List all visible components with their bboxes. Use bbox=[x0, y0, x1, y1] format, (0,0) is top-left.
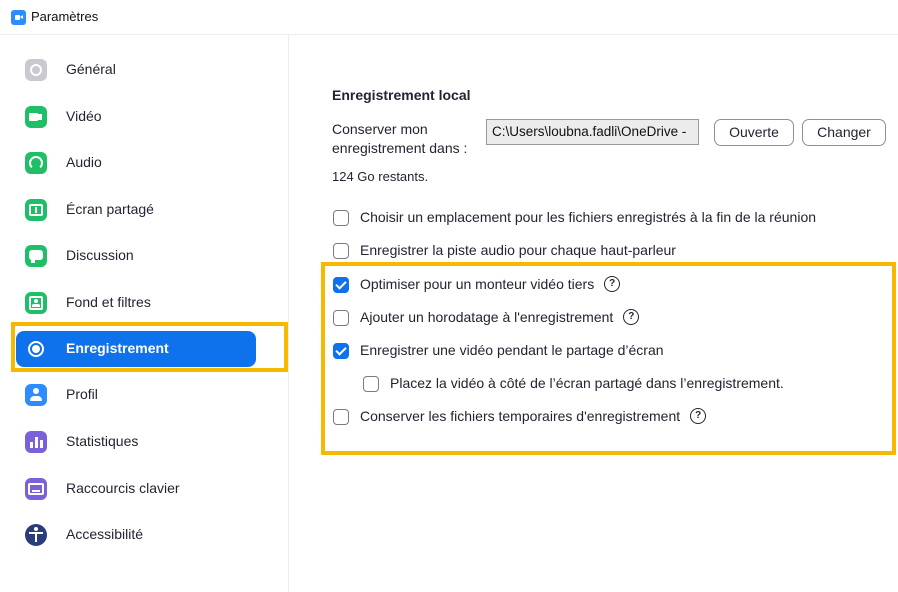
gear-icon bbox=[25, 59, 47, 81]
save-path-field[interactable]: C:\Users\loubna.fadli\OneDrive - bbox=[486, 119, 699, 145]
keyboard-icon bbox=[25, 478, 47, 500]
sidebar-item-label: Audio bbox=[66, 154, 102, 170]
background-person-icon bbox=[25, 292, 47, 314]
zoom-app-icon bbox=[11, 10, 26, 25]
sidebar-item-label: Accessibilité bbox=[66, 526, 144, 542]
sidebar-item-label: Général bbox=[66, 61, 116, 77]
headphones-icon bbox=[25, 152, 47, 174]
sidebar-item-share-screen[interactable]: Écran partagé bbox=[16, 192, 256, 228]
sidebar-item-profile[interactable]: Profil bbox=[16, 377, 256, 413]
open-folder-button[interactable]: Ouverte bbox=[714, 119, 794, 146]
checkbox[interactable] bbox=[333, 243, 349, 259]
statistics-icon bbox=[25, 431, 47, 453]
highlight-frame-options bbox=[321, 262, 896, 455]
accessibility-icon bbox=[25, 524, 47, 546]
sidebar-item-label: Fond et filtres bbox=[66, 294, 151, 310]
sidebar-item-label: Écran partagé bbox=[66, 201, 154, 217]
change-folder-button[interactable]: Changer bbox=[802, 119, 886, 146]
sidebar-item-label: Profil bbox=[66, 386, 98, 402]
sidebar-item-label: Raccourcis clavier bbox=[66, 480, 180, 496]
highlight-frame-nav bbox=[11, 322, 288, 372]
title-bar: Paramètres bbox=[0, 0, 898, 32]
video-camera-icon bbox=[25, 106, 47, 128]
checkbox[interactable] bbox=[333, 210, 349, 226]
settings-sidebar: Général Vidéo Audio Écran partagé Discus… bbox=[0, 35, 288, 592]
sidebar-item-label: Vidéo bbox=[66, 108, 102, 124]
option-label: Choisir un emplacement pour les fichiers… bbox=[360, 209, 817, 225]
sidebar-item-chat[interactable]: Discussion bbox=[16, 238, 256, 274]
sidebar-item-statistics[interactable]: Statistiques bbox=[16, 424, 256, 460]
sidebar-item-audio[interactable]: Audio bbox=[16, 145, 256, 181]
profile-icon bbox=[25, 384, 47, 406]
section-title: Enregistrement local bbox=[332, 87, 471, 103]
space-remaining: 124 Go restants. bbox=[332, 169, 429, 184]
option-label: Enregistrer la piste audio pour chaque h… bbox=[360, 242, 676, 258]
sidebar-item-accessibility[interactable]: Accessibilité bbox=[16, 517, 256, 553]
chat-bubble-icon bbox=[25, 245, 47, 267]
sidebar-item-video[interactable]: Vidéo bbox=[16, 99, 256, 135]
sidebar-item-keyboard-shortcuts[interactable]: Raccourcis clavier bbox=[16, 471, 256, 507]
sidebar-item-label: Discussion bbox=[66, 247, 134, 263]
sidebar-item-general[interactable]: Général bbox=[16, 52, 256, 88]
sidebar-item-background-filters[interactable]: Fond et filtres bbox=[16, 285, 256, 321]
sidebar-item-label: Statistiques bbox=[66, 433, 139, 449]
window-title: Paramètres bbox=[31, 9, 99, 24]
share-screen-icon bbox=[25, 199, 47, 221]
save-location-label: Conserver mon enregistrement dans : bbox=[332, 121, 468, 156]
